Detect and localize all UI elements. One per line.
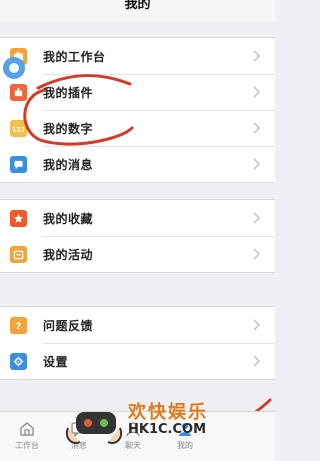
home-icon bbox=[20, 422, 34, 436]
workbench-icon bbox=[10, 48, 27, 65]
svg-text:123: 123 bbox=[13, 125, 24, 133]
menu-item-label: 我的插件 bbox=[43, 86, 94, 100]
menu-item-label: 我的收藏 bbox=[43, 212, 94, 226]
menu-group-system: ? 问题反馈 设置 bbox=[0, 306, 275, 380]
menu-item-feedback[interactable]: ? 问题反馈 bbox=[0, 307, 275, 343]
page-title: 我的 bbox=[124, 0, 151, 12]
menu-group-collections: 我的收藏 我的活动 bbox=[0, 199, 275, 273]
star-icon bbox=[10, 210, 27, 227]
menu-item-numbers[interactable]: 123 我的数字 bbox=[0, 110, 275, 146]
chevron-right-icon bbox=[253, 319, 261, 331]
menu-group-main: 我的工作台 我的插件 123 我的数字 我的消息 bbox=[0, 37, 275, 183]
menu-item-activities[interactable]: 我的活动 bbox=[0, 236, 275, 272]
menu-item-label: 我的工作台 bbox=[43, 50, 106, 64]
profile-screen: 我的 我的工作台 我的插件 123 我的数字 bbox=[0, 0, 275, 461]
menu-item-workbench[interactable]: 我的工作台 bbox=[0, 38, 275, 74]
menu-item-label: 我的数字 bbox=[43, 122, 94, 136]
watermark-text: 欢快娱乐 bbox=[128, 402, 208, 423]
menu-item-label: 我的消息 bbox=[43, 158, 94, 172]
chevron-right-icon bbox=[253, 86, 261, 98]
svg-text:?: ? bbox=[16, 321, 21, 331]
chevron-right-icon bbox=[253, 212, 261, 224]
menu-item-label: 问题反馈 bbox=[43, 319, 94, 333]
menu-item-messages[interactable]: 我的消息 bbox=[0, 146, 275, 182]
tab-workbench[interactable]: 工作台 bbox=[2, 420, 52, 451]
chevron-right-icon bbox=[253, 158, 261, 170]
chevron-right-icon bbox=[253, 248, 261, 260]
plugin-icon bbox=[10, 84, 27, 101]
activity-icon bbox=[10, 246, 27, 263]
menu-item-label: 设置 bbox=[43, 355, 69, 369]
number-icon: 123 bbox=[10, 120, 27, 137]
watermark-url: HK1C.COM bbox=[128, 422, 207, 437]
chevron-right-icon bbox=[253, 122, 261, 134]
tab-label: 工作台 bbox=[15, 441, 39, 450]
menu-item-settings[interactable]: 设置 bbox=[0, 343, 275, 379]
menu-item-favorites[interactable]: 我的收藏 bbox=[0, 200, 275, 236]
chevron-right-icon bbox=[253, 355, 261, 367]
menu-item-plugins[interactable]: 我的插件 bbox=[0, 74, 275, 110]
watermark-logo-icon bbox=[66, 412, 122, 444]
menu-item-label: 我的活动 bbox=[43, 248, 94, 262]
feedback-icon: ? bbox=[10, 317, 27, 334]
nav-header: 我的 bbox=[0, 0, 275, 22]
message-icon bbox=[10, 156, 27, 173]
tab-label: 我的 bbox=[177, 441, 193, 450]
chevron-right-icon bbox=[253, 50, 261, 62]
gear-icon bbox=[10, 353, 27, 370]
